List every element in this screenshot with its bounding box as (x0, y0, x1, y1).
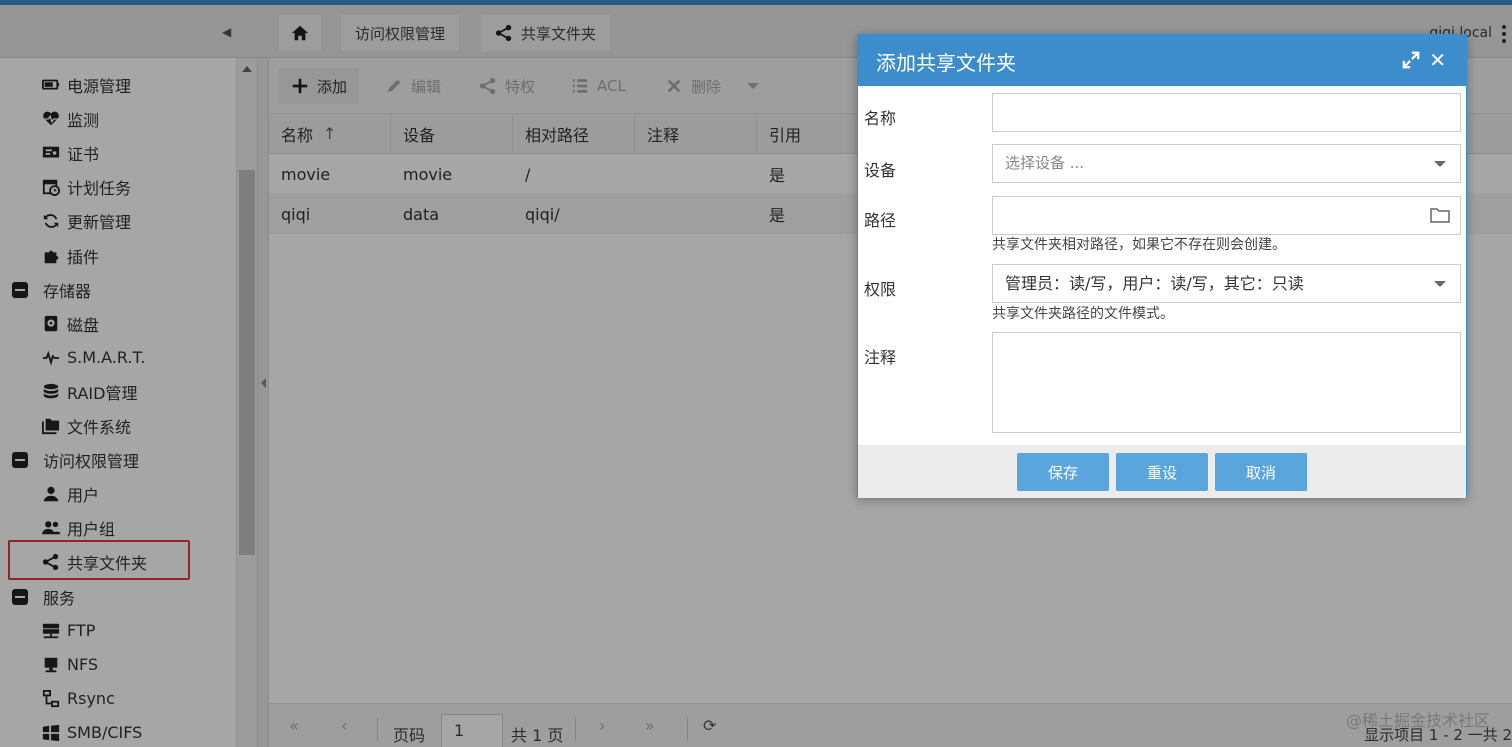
close-icon[interactable]: ✕ (1429, 49, 1446, 71)
comment-label: 注释 (864, 348, 897, 367)
chevron-down-icon (1434, 281, 1446, 287)
permissions-help-text: 共享文件夹路径的文件模式。 (992, 306, 1174, 322)
cancel-button[interactable]: 取消 (1215, 453, 1307, 491)
device-placeholder: 选择设备 ... (1005, 154, 1085, 172)
permissions-value: 管理员：读/写，用户：读/写，其它：只读 (1005, 274, 1304, 293)
folder-icon[interactable] (1430, 206, 1450, 224)
path-help-text: 共享文件夹相对路径，如果它不存在则会创建。 (992, 237, 1286, 253)
dialog-title: 添加共享文件夹 (876, 51, 1016, 75)
device-label: 设备 (864, 161, 897, 180)
dialog-header: 添加共享文件夹 ✕ (858, 35, 1466, 86)
name-field[interactable] (992, 93, 1461, 132)
permissions-select[interactable]: 管理员：读/写，用户：读/写，其它：只读 (992, 264, 1461, 303)
dialog-footer: 保存 重设 取消 (858, 445, 1466, 498)
device-select[interactable]: 选择设备 ... (992, 144, 1461, 183)
reset-button[interactable]: 重设 (1116, 453, 1208, 491)
chevron-down-icon (1434, 161, 1446, 167)
add-shared-folder-dialog: 添加共享文件夹 ✕ 名称 设备 选择设备 ... 路径 共享文件夹相对路径，如果… (857, 34, 1467, 498)
path-label: 路径 (864, 211, 897, 230)
name-label: 名称 (864, 109, 897, 128)
path-field[interactable] (992, 196, 1461, 235)
maximize-icon[interactable] (1402, 51, 1420, 69)
save-button[interactable]: 保存 (1017, 453, 1109, 491)
comment-textarea[interactable] (992, 332, 1461, 433)
permissions-label: 权限 (864, 280, 897, 299)
